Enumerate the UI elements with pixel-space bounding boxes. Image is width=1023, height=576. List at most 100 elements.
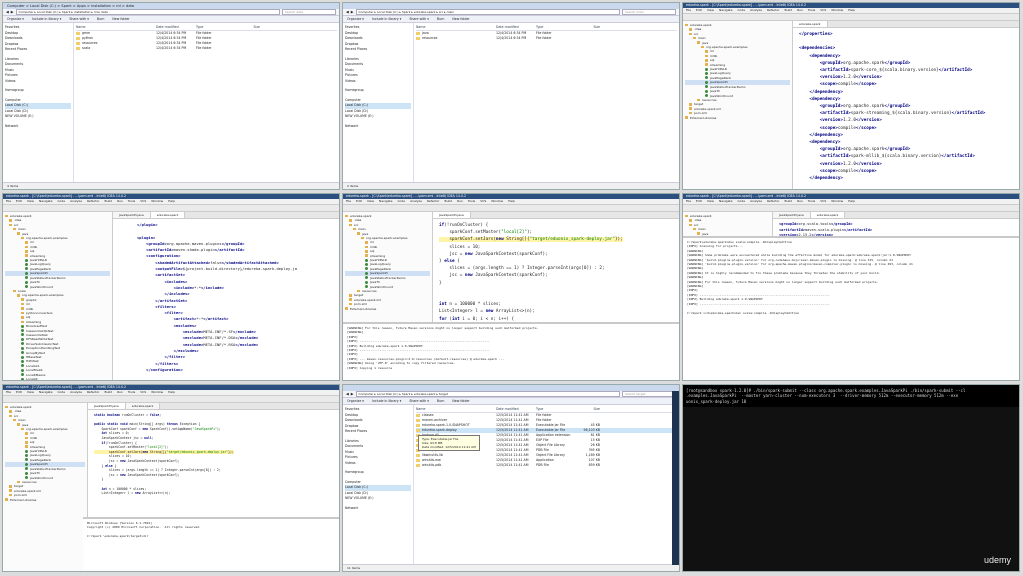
command-button[interactable]: Burn	[97, 17, 104, 21]
menu-item[interactable]: Window	[151, 390, 163, 394]
command-button[interactable]: Share with ▾	[69, 17, 89, 21]
cmd-terminal[interactable]: Microsoft Windows [Version 6.1.7601] Copy…	[83, 517, 339, 571]
menu-item[interactable]: Help	[848, 8, 855, 12]
menu-item[interactable]: Tools	[128, 390, 135, 394]
path-field[interactable]: Computer ▸ Local Disk (C:) ▸ Spark ▸ edu…	[355, 391, 620, 397]
command-button[interactable]: New folder	[452, 17, 469, 21]
command-button[interactable]: Organize ▾	[347, 17, 364, 21]
tree-item[interactable]: External Libraries	[345, 307, 430, 311]
menu-item[interactable]: Edit	[16, 199, 22, 203]
menu-item[interactable]: Tools	[808, 199, 815, 203]
menu-item[interactable]: Analyze	[750, 8, 762, 12]
menu-item[interactable]: Navigate	[379, 199, 392, 203]
menu-item[interactable]: Refactor	[87, 390, 100, 394]
menu-item[interactable]: Run	[797, 8, 803, 12]
column-header[interactable]: Type	[196, 25, 236, 30]
menu-item[interactable]: Run	[117, 199, 123, 203]
menu-item[interactable]: Tools	[128, 199, 135, 203]
menu-item[interactable]: Help	[168, 199, 175, 203]
menu-item[interactable]: Tools	[808, 8, 815, 12]
file-row[interactable]: scala 12/4/2014 6:34 PM File folder	[76, 46, 337, 51]
command-button[interactable]: Burn	[437, 17, 444, 21]
command-button[interactable]: New folder	[112, 17, 129, 21]
menu-item[interactable]: File	[346, 199, 351, 203]
command-button[interactable]: Organize ▾	[347, 399, 364, 403]
menu-item[interactable]: Edit	[696, 8, 702, 12]
column-header[interactable]: Name	[416, 25, 496, 30]
menu-item[interactable]: VCS	[480, 199, 486, 203]
tab-pom[interactable]: edureka-spark	[150, 212, 186, 218]
menu-item[interactable]: Run	[457, 199, 463, 203]
terminal-panel[interactable]: C:\Spark\edureka-spark>mvn scala:compile…	[683, 236, 1019, 380]
search-input[interactable]: Search target	[622, 391, 676, 397]
command-button[interactable]: Organize ▾	[7, 17, 24, 21]
command-button[interactable]: Share with ▾	[409, 399, 429, 403]
menu-item[interactable]: Edit	[356, 199, 362, 203]
menu-item[interactable]: Code	[57, 390, 65, 394]
column-header[interactable]: Date modified	[496, 25, 536, 30]
menu-item[interactable]: Build	[785, 199, 793, 203]
column-header[interactable]: Name	[76, 25, 156, 30]
back-icon[interactable]: ◀	[346, 10, 349, 14]
menu-item[interactable]: Refactor	[87, 199, 100, 203]
menu-item[interactable]: View	[27, 199, 34, 203]
tab-pom[interactable]: edureka-spark	[810, 212, 846, 218]
tab-pom[interactable]: edureka-spark	[125, 403, 161, 409]
command-button[interactable]: Include in library ▾	[372, 399, 401, 403]
menu-item[interactable]: View	[707, 199, 714, 203]
command-button[interactable]: Share with ▾	[409, 17, 429, 21]
menu-item[interactable]: Navigate	[719, 199, 732, 203]
menu-item[interactable]: Analyze	[750, 199, 762, 203]
tab-java[interactable]: JavaSparkPi.java	[433, 212, 471, 218]
tab-pom[interactable]: edureka-spark	[793, 21, 828, 27]
menu-item[interactable]: Build	[105, 199, 113, 203]
menu-item[interactable]: VCS	[140, 199, 146, 203]
column-header[interactable]: Type	[536, 25, 576, 30]
search-input[interactable]: Search data	[282, 9, 336, 15]
command-button[interactable]: Include in library ▾	[32, 17, 61, 21]
menu-item[interactable]: Code	[57, 199, 65, 203]
command-button[interactable]: Include in library ▾	[372, 17, 401, 21]
menu-item[interactable]: File	[6, 199, 11, 203]
column-header[interactable]: Size	[576, 407, 600, 412]
menu-item[interactable]: View	[367, 199, 374, 203]
file-row[interactable]: winutils.pdb 12/5/2014 11:41 AM PDB File 85…	[416, 463, 677, 468]
menu-item[interactable]: Window	[491, 199, 503, 203]
file-row[interactable]: resources 12/4/2014 6:34 PM File folder	[416, 36, 677, 41]
menu-item[interactable]: VCS	[820, 8, 826, 12]
menu-item[interactable]: File	[686, 199, 691, 203]
menu-item[interactable]: Help	[848, 199, 855, 203]
forward-icon[interactable]: ▶	[351, 10, 354, 14]
nav-item[interactable]: Network	[345, 506, 411, 512]
menu-item[interactable]: Refactor	[767, 8, 780, 12]
search-input[interactable]: Search main	[622, 9, 676, 15]
menu-item[interactable]: Build	[445, 199, 453, 203]
column-header[interactable]: Size	[236, 25, 260, 30]
column-header[interactable]: Name	[416, 407, 496, 412]
menu-item[interactable]: Build	[785, 8, 793, 12]
menu-item[interactable]: File	[686, 8, 691, 12]
menu-item[interactable]: Window	[831, 199, 843, 203]
tab-java[interactable]: JavaSparkPi.java	[88, 403, 126, 409]
menu-item[interactable]: Refactor	[427, 199, 440, 203]
menu-item[interactable]: Edit	[696, 199, 702, 203]
forward-icon[interactable]: ▶	[11, 10, 14, 14]
tab-java[interactable]: JavaSparkPi.java	[113, 212, 151, 218]
menu-item[interactable]: VCS	[820, 199, 826, 203]
menu-item[interactable]: Refactor	[767, 199, 780, 203]
menu-item[interactable]: Run	[117, 390, 123, 394]
menu-item[interactable]: Help	[508, 199, 515, 203]
menu-item[interactable]: Navigate	[39, 390, 52, 394]
path-field[interactable]: Computer ▸ Local Disk (C:) ▸ Spark ▸ edu…	[355, 9, 620, 15]
nav-item[interactable]: Network	[5, 124, 71, 130]
menu-item[interactable]: Run	[797, 199, 803, 203]
tab-java[interactable]: JavaSparkPi.java	[773, 212, 811, 218]
menu-item[interactable]: Tools	[468, 199, 475, 203]
menu-item[interactable]: Code	[397, 199, 405, 203]
tree-item[interactable]: External Libraries	[5, 498, 85, 502]
menu-item[interactable]: Analyze	[70, 390, 82, 394]
menu-item[interactable]: Code	[737, 199, 745, 203]
terminal-output[interactable]: [root@sandbox spark-1.2.0]# ./bin/spark-…	[683, 385, 1019, 408]
back-icon[interactable]: ◀	[346, 392, 349, 396]
menu-item[interactable]: Build	[105, 390, 113, 394]
